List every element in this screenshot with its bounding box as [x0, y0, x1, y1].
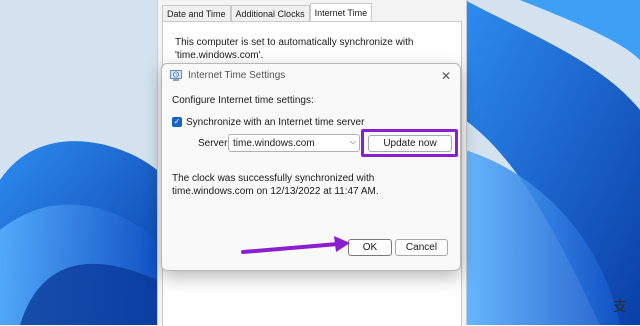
server-label: Server: [198, 138, 231, 149]
sync-checkbox-row[interactable]: ✓ Synchronize with an Internet time serv… [172, 115, 364, 129]
internet-time-settings-dialog: Internet Time Settings ✕ Configure Inter… [161, 63, 461, 271]
tab-internet-time[interactable]: Internet Time [309, 3, 373, 22]
server-value[interactable]: time.windows.com [233, 138, 315, 149]
cancel-button[interactable]: Cancel [395, 239, 448, 256]
ok-button[interactable]: OK [348, 239, 392, 256]
sync-status-text: The clock was successfully synchronized … [172, 173, 379, 197]
dialog-title: Internet Time Settings [188, 70, 286, 81]
configure-label: Configure Internet time settings: [172, 95, 314, 106]
sync-checkbox-label[interactable]: Synchronize with an Internet time server [186, 117, 364, 128]
dialog-titlebar: Internet Time Settings ✕ [162, 64, 460, 88]
close-icon[interactable]: ✕ [438, 68, 454, 84]
update-now-button[interactable]: Update now [368, 135, 452, 152]
server-dropdown[interactable]: time.windows.com ⌵ [228, 134, 360, 152]
tab-additional-clocks[interactable]: Additional Clocks [230, 5, 310, 22]
tab-strip: Date and Time Additional Clocks Internet… [162, 3, 373, 22]
tab-date-and-time[interactable]: Date and Time [162, 5, 231, 22]
chevron-down-icon[interactable]: ⌵ [350, 137, 356, 147]
watermark-logo: 支 [613, 298, 627, 314]
checkmark-icon[interactable]: ✓ [172, 117, 182, 127]
sync-description: This computer is set to automatically sy… [175, 37, 414, 61]
clock-icon [170, 70, 182, 81]
